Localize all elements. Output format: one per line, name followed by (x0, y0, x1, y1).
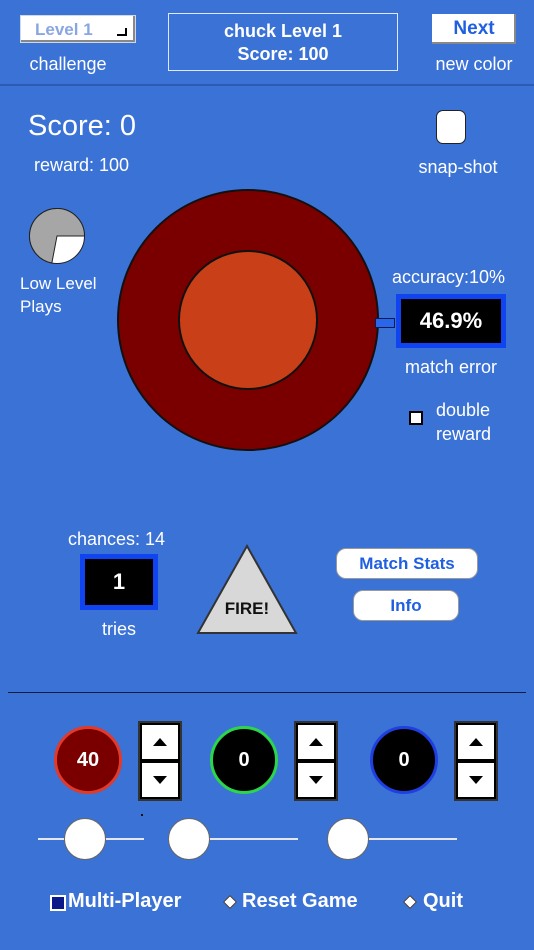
blue-up-button[interactable] (456, 723, 496, 761)
accuracy-value: 10% (469, 267, 506, 287)
double-reward-checkbox[interactable] (409, 411, 423, 425)
fire-button[interactable]: FIRE! (196, 543, 298, 636)
red-down-button[interactable] (140, 761, 180, 799)
green-up-button[interactable] (296, 723, 336, 761)
accuracy-readout: accuracy:10% (392, 267, 505, 288)
level-select[interactable]: Level 1 (20, 15, 136, 43)
section-divider (8, 692, 526, 693)
arrow-up-icon (469, 738, 483, 746)
quit-button[interactable]: Quit (423, 890, 463, 913)
blue-channel-value: 0 (370, 726, 438, 794)
level-title: chuck Level 1 (223, 21, 343, 41)
challenge-label: challenge (29, 54, 107, 74)
blue-channel-stepper[interactable] (454, 721, 498, 801)
reset-diamond-icon (222, 894, 238, 910)
multi-player-label[interactable]: Multi-Player (68, 890, 181, 913)
chances-label: chances: 14 (68, 529, 166, 549)
blue-slider-knob[interactable] (327, 818, 369, 860)
reward-label: reward: 100 (34, 155, 130, 175)
low-level-line2: Plays (20, 297, 62, 316)
match-error-value: 46.9% (401, 299, 501, 343)
arrow-down-icon (153, 776, 167, 784)
red-channel-stepper[interactable] (138, 721, 182, 801)
match-error-label: match error (404, 357, 498, 377)
multi-player-checkbox[interactable] (50, 895, 66, 911)
dropdown-corner-icon (117, 28, 127, 36)
green-slider-knob[interactable] (168, 818, 210, 860)
double-reward-label: double reward (436, 398, 491, 446)
double-reward-line2: reward (436, 424, 492, 444)
arrow-up-icon (153, 738, 167, 746)
accuracy-label: accuracy: (392, 267, 470, 287)
tries-box: 1 (80, 554, 158, 610)
double-reward-line1: double (436, 400, 491, 420)
low-level-line1: Low Level (20, 274, 97, 293)
score-label: Score: 0 (28, 110, 136, 142)
fire-label: FIRE! (225, 599, 269, 618)
stepper-dot (141, 814, 143, 816)
match-error-box: 46.9% (396, 294, 506, 348)
green-down-button[interactable] (296, 761, 336, 799)
level-title-box: chuck Level 1 Score: 100 (168, 13, 398, 71)
red-slider-knob[interactable] (63, 818, 106, 860)
blue-down-button[interactable] (456, 761, 496, 799)
quit-diamond-icon (402, 894, 418, 910)
reset-game-button[interactable]: Reset Game (242, 890, 358, 913)
green-channel-value: 0 (210, 726, 278, 794)
info-button[interactable]: Info (353, 590, 459, 621)
fire-triangle-icon: FIRE! (196, 543, 298, 634)
red-up-button[interactable] (140, 723, 180, 761)
red-channel-value: 40 (54, 726, 122, 794)
target-inner-circle (178, 250, 318, 390)
level-select-label: Level 1 (35, 20, 93, 39)
snapshot-button[interactable] (436, 110, 466, 144)
level-score: Score: 100 (237, 44, 329, 64)
low-level-plays-label: Low Level Plays (20, 272, 110, 318)
green-channel-stepper[interactable] (294, 721, 338, 801)
arrow-up-icon (309, 738, 323, 746)
snapshot-label: snap-shot (418, 157, 498, 177)
tries-label: tries (101, 619, 136, 639)
color-target[interactable] (116, 188, 380, 452)
tries-value: 1 (85, 559, 153, 605)
arrow-down-icon (309, 776, 323, 784)
low-level-pie-icon[interactable] (28, 207, 86, 265)
arrow-down-icon (469, 776, 483, 784)
match-connector (375, 318, 395, 328)
match-stats-button[interactable]: Match Stats (336, 548, 478, 579)
next-button[interactable]: Next (432, 14, 516, 44)
new-color-label: new color (435, 54, 513, 74)
